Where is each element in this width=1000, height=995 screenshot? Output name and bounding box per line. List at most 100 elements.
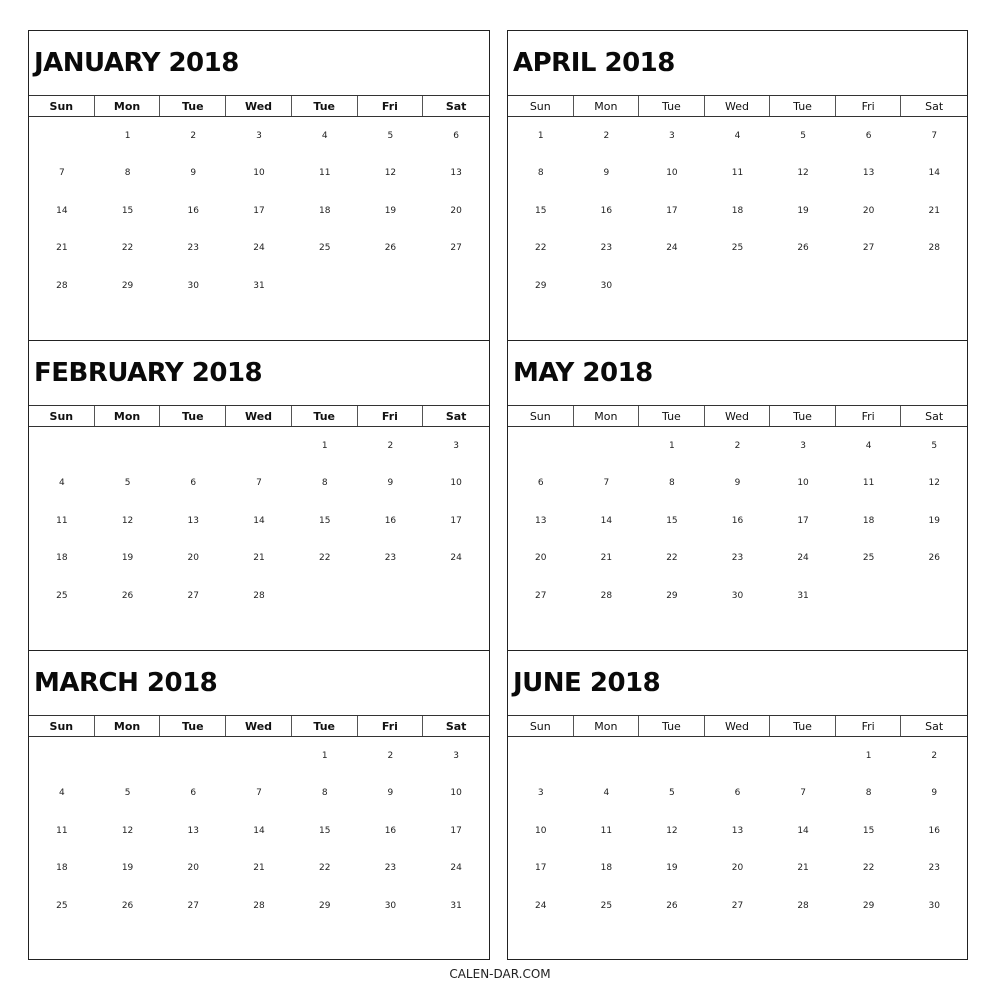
weekday-header: Tue: [292, 716, 358, 736]
month-calendar: MAY 2018 Sun Mon Tue Wed Tue Fri Sat 1 2 3 4 5 6 7 8 9 10…: [508, 341, 967, 651]
day-cell: 27: [187, 900, 199, 911]
day-cell: 19: [121, 553, 134, 564]
day-cell: 15: [121, 205, 134, 216]
day-cell: 16: [928, 825, 940, 836]
weekday-header: Sun: [508, 716, 574, 736]
day-cell: 7: [256, 478, 262, 489]
day-cell: 30: [187, 280, 199, 291]
day-cell: 28: [797, 900, 809, 911]
weekday-header: Sat: [925, 409, 944, 423]
weekday-header: Sat: [925, 99, 944, 113]
day-cell: 3: [453, 440, 459, 451]
weekday-header: Wed: [226, 96, 292, 116]
day-cell: 17: [450, 825, 462, 836]
day-cell: 19: [928, 515, 940, 526]
day-cell: 10: [797, 478, 809, 489]
month-title: JANUARY 2018: [34, 48, 239, 78]
day-cell: 24: [666, 243, 678, 254]
weekday-header: Fri: [358, 716, 424, 736]
empty-day-cell: [508, 737, 574, 775]
day-cell: 7: [58, 168, 65, 179]
weekday-header: Sat: [445, 719, 467, 733]
day-cell: 19: [666, 863, 678, 874]
weekday-header: Sun: [29, 716, 95, 736]
weekday-header: Fri: [836, 406, 902, 426]
day-cell: 7: [256, 788, 262, 799]
weekday-header: Mon: [574, 96, 640, 116]
day-cell: 28: [928, 243, 940, 254]
weekday-header: Sun: [29, 406, 95, 426]
month-title: MAY 2018: [513, 358, 653, 388]
weekday-header-row: Sun Mon Tue Wed Tue Fri Sat: [29, 405, 489, 427]
day-cell: 5: [124, 478, 131, 489]
day-cell: 1: [321, 440, 328, 451]
weekday-header: Sun: [508, 96, 574, 116]
day-cell: 16: [187, 205, 199, 216]
day-cell: 15: [318, 515, 331, 526]
empty-day-cell: [160, 737, 226, 775]
day-cell: 31: [253, 280, 265, 291]
day-cell: 30: [928, 900, 940, 911]
day-grid: 1 2 3 4 5 6 7 8 9 10 11 12 13 14 15 16 17 18 19 20 21 22 23 24 2…: [508, 737, 967, 925]
weekday-header: Fri: [836, 96, 902, 116]
day-cell: 23: [384, 863, 397, 874]
day-cell: 10: [253, 168, 265, 179]
empty-day-cell: [160, 427, 226, 465]
day-cell: 3: [669, 130, 675, 141]
empty-day-cell: [226, 737, 292, 775]
weekday-header: Sun: [29, 96, 95, 116]
month-calendar: FEBRUARY 2018 Sun Mon Tue Wed Tue Fri Sat 1 2 3 4 5 6…: [29, 341, 489, 651]
day-cell: 27: [862, 243, 875, 254]
day-cell: 30: [384, 900, 397, 911]
day-cell: 29: [666, 590, 678, 601]
day-cell: 8: [321, 478, 328, 489]
weekday-header-row: Sun Mon Tue Wed Tue Fri Sat: [29, 715, 489, 737]
day-grid: 1 2 3 4 5 6 7 8 9 10 11 12 13 14 15 16 17 18 19 20 21 22 23 24 2…: [29, 427, 489, 615]
empty-day-cell: [95, 737, 161, 775]
day-cell: 13: [450, 168, 462, 179]
day-cell: 6: [537, 478, 544, 489]
day-cell: 6: [734, 788, 741, 799]
day-cell: 4: [58, 478, 65, 489]
day-cell: 12: [797, 168, 809, 179]
day-cell: 4: [321, 130, 328, 141]
day-cell: 5: [669, 788, 675, 799]
day-cell: 8: [865, 788, 872, 799]
empty-day-cell: [95, 427, 161, 465]
day-cell: 22: [318, 553, 331, 564]
day-cell: 2: [387, 440, 394, 451]
day-cell: 12: [384, 168, 397, 179]
month-calendar: MARCH 2018 Sun Mon Tue Wed Tue Fri Sat 1 2 3 4 5 6 7 8 9…: [29, 651, 489, 959]
weekday-header: Fri: [358, 96, 424, 116]
day-cell: 27: [450, 243, 462, 254]
day-cell: 7: [800, 788, 806, 799]
empty-day-cell: [226, 427, 292, 465]
day-cell: 10: [535, 825, 547, 836]
day-cell: 4: [734, 130, 741, 141]
site-footer: CALEN-DAR.COM: [449, 967, 551, 981]
day-cell: 10: [450, 788, 462, 799]
day-cell: 28: [253, 900, 265, 911]
day-cell: 20: [731, 863, 744, 874]
day-cell: 16: [600, 205, 613, 216]
weekday-header: Tue: [770, 716, 836, 736]
day-cell: 2: [190, 130, 197, 141]
day-cell: 22: [318, 863, 331, 874]
day-cell: 2: [734, 440, 741, 451]
day-cell: 20: [535, 553, 547, 564]
day-cell: 22: [666, 553, 678, 564]
weekday-header: Tue: [160, 96, 227, 116]
day-cell: 3: [453, 750, 459, 761]
empty-day-cell: [574, 737, 640, 775]
day-cell: 10: [450, 478, 462, 489]
empty-day-cell: [29, 737, 95, 775]
day-cell: 26: [121, 590, 134, 601]
day-cell: 16: [384, 515, 397, 526]
day-cell: 8: [124, 168, 131, 179]
day-cell: 28: [600, 590, 613, 601]
day-cell: 17: [450, 515, 462, 526]
weekday-header: Mon: [95, 716, 161, 736]
day-cell: 26: [928, 553, 940, 564]
day-cell: 23: [187, 243, 199, 254]
day-cell: 14: [928, 168, 940, 179]
